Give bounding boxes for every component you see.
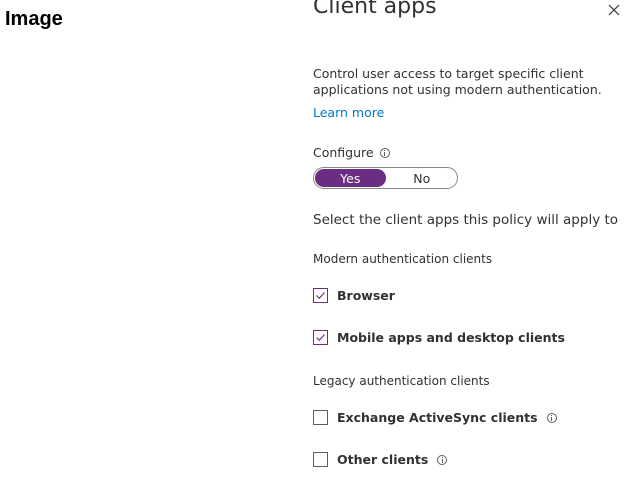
description-line: applications not using modern authentica…	[313, 82, 602, 97]
info-icon[interactable]	[379, 147, 390, 158]
checkbox-other-clients[interactable]: Other clients	[313, 452, 448, 467]
checkbox-mobile-desktop[interactable]: Mobile apps and desktop clients	[313, 330, 565, 345]
checkbox[interactable]	[313, 410, 328, 425]
configure-text: Configure	[313, 145, 374, 160]
checkmark-icon	[316, 334, 325, 342]
checkmark-icon	[316, 292, 325, 300]
checkbox[interactable]	[313, 330, 328, 345]
checkbox[interactable]	[313, 288, 328, 303]
checkbox-label: Exchange ActiveSync clients	[337, 410, 538, 425]
toggle-no[interactable]: No	[387, 168, 458, 188]
checkbox-label: Other clients	[337, 452, 429, 467]
panel-description: Control user access to target specific c…	[313, 66, 619, 98]
configure-label: Configure	[313, 145, 390, 160]
configure-toggle[interactable]: Yes No	[313, 167, 458, 189]
select-prompt: Select the client apps this policy will …	[313, 212, 619, 228]
checkbox-exchange-activesync[interactable]: Exchange ActiveSync clients	[313, 410, 557, 425]
checkbox-label: Mobile apps and desktop clients	[337, 330, 565, 345]
learn-more-link[interactable]: Learn more	[313, 105, 384, 120]
modern-section-heading: Modern authentication clients	[313, 252, 493, 266]
info-icon[interactable]	[437, 454, 448, 465]
client-apps-panel: Client apps Control user access to targe…	[313, 0, 627, 478]
checkbox-label: Browser	[337, 288, 395, 303]
checkbox-browser[interactable]: Browser	[313, 288, 395, 303]
description-line: Control user access to target specific c…	[313, 66, 584, 81]
panel-title: Client apps	[313, 0, 437, 19]
checkbox[interactable]	[313, 452, 328, 467]
corner-label: Image	[5, 8, 63, 30]
toggle-yes[interactable]: Yes	[315, 169, 386, 187]
legacy-section-heading: Legacy authentication clients	[313, 374, 490, 388]
info-icon[interactable]	[546, 412, 557, 423]
close-icon[interactable]	[603, 0, 625, 21]
